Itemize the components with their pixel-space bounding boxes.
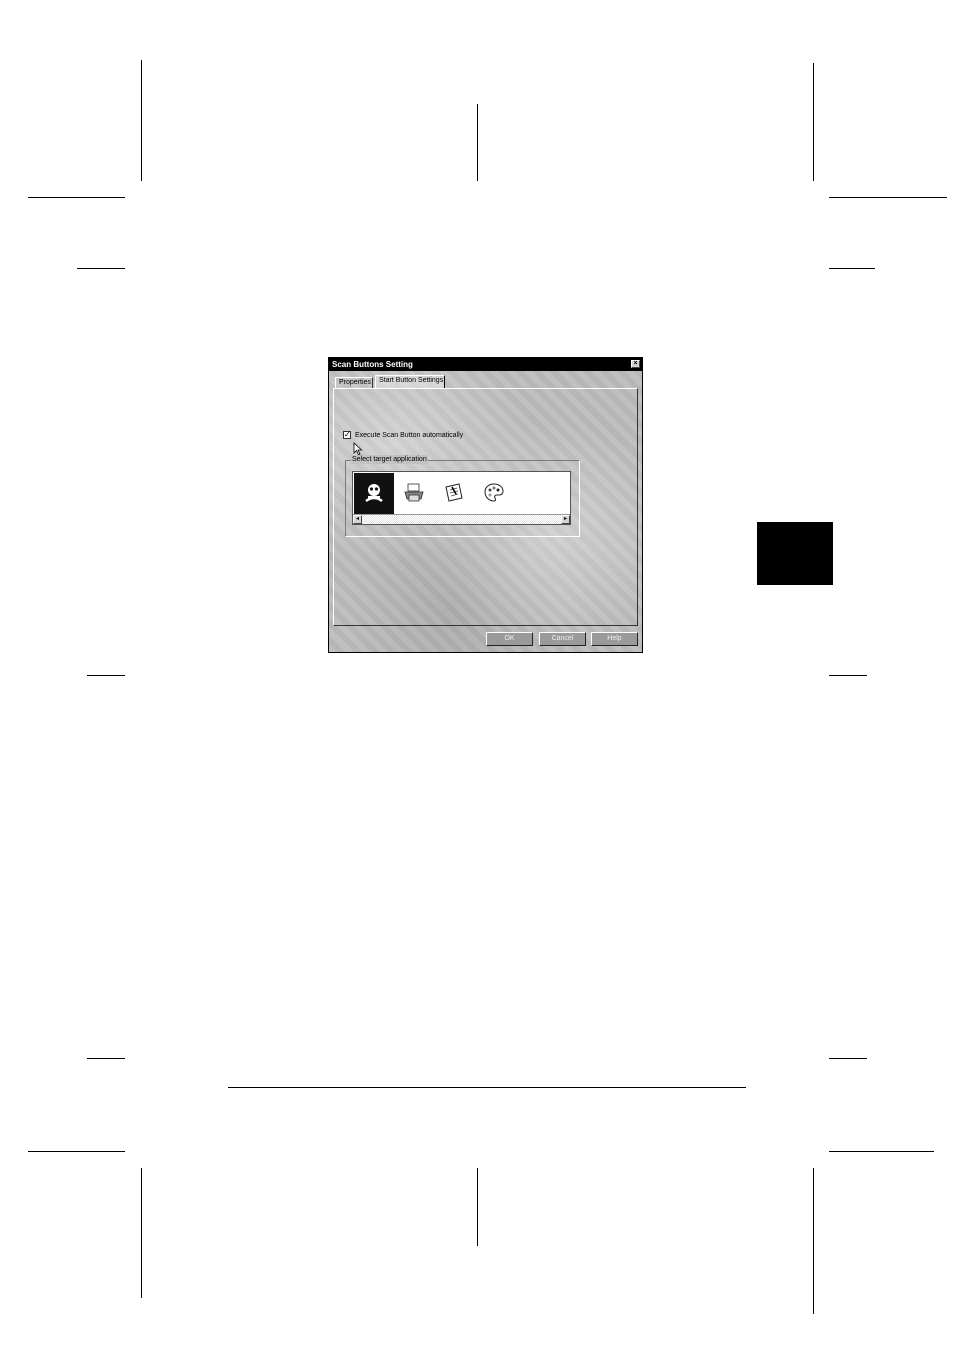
chapter-tab-block <box>757 522 833 585</box>
help-button[interactable]: Help <box>591 632 638 646</box>
execute-automatically-checkbox[interactable]: ✓ <box>343 431 351 439</box>
crop-mark <box>829 675 867 676</box>
printer-icon <box>404 483 424 502</box>
crop-mark <box>477 1168 478 1246</box>
scan-buttons-setting-dialog: Scan Buttons Setting × Properties Start … <box>328 357 643 653</box>
crop-mark <box>829 1151 934 1152</box>
app-item-printer[interactable] <box>394 473 434 514</box>
app-item-scanner[interactable] <box>354 473 394 514</box>
crop-mark <box>813 63 814 181</box>
footer-rule <box>228 1087 746 1088</box>
mouse-pointer-icon <box>353 442 363 456</box>
crop-mark <box>477 104 478 181</box>
crop-mark <box>829 197 947 198</box>
cancel-button[interactable]: Cancel <box>539 632 586 646</box>
scanner-app-icon <box>365 484 383 503</box>
application-list[interactable]: ◂ ▸ <box>352 471 571 525</box>
dialog-title: Scan Buttons Setting <box>332 360 413 369</box>
crop-mark <box>829 268 875 269</box>
execute-automatically-label[interactable]: Execute Scan Button automatically <box>355 431 463 440</box>
crop-mark <box>829 1058 867 1059</box>
scroll-right-icon[interactable]: ▸ <box>561 515 570 524</box>
crop-mark <box>28 197 125 198</box>
group-label: Select target application <box>351 455 428 464</box>
horizontal-scrollbar[interactable]: ◂ ▸ <box>353 514 570 524</box>
scroll-left-icon[interactable]: ◂ <box>353 515 362 524</box>
crop-mark <box>87 675 125 676</box>
tab-start-button-settings[interactable]: Start Button Settings <box>375 375 445 389</box>
ok-button[interactable]: OK <box>486 632 533 646</box>
app-item-document[interactable] <box>434 473 474 514</box>
title-bar[interactable]: Scan Buttons Setting × <box>329 358 642 371</box>
crop-mark <box>77 268 125 269</box>
close-icon[interactable]: × <box>631 360 640 368</box>
crop-mark <box>28 1151 125 1152</box>
crop-mark <box>141 1168 142 1298</box>
crop-mark <box>141 60 142 181</box>
crop-mark <box>813 1168 814 1314</box>
document-app-icon <box>445 483 463 502</box>
paint-palette-icon <box>484 483 504 502</box>
crop-mark <box>87 1058 125 1059</box>
app-item-paint[interactable] <box>474 473 514 514</box>
